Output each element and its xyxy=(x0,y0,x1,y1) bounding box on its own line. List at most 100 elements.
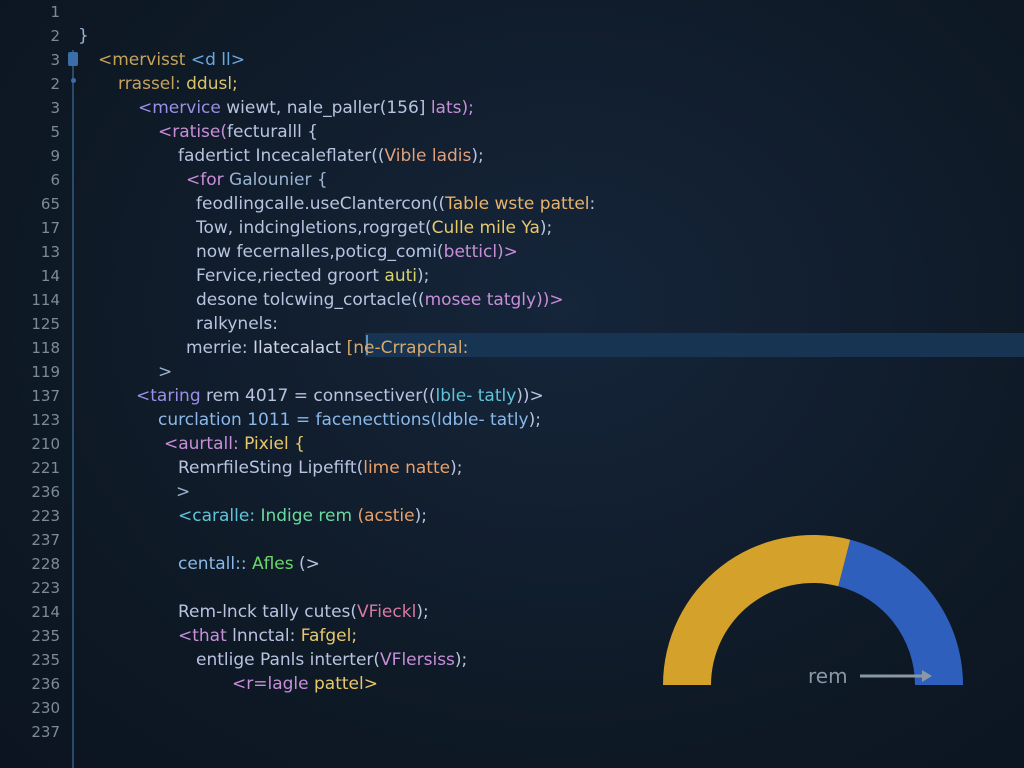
code-text: centall:: Afles (> xyxy=(178,552,320,576)
code-line[interactable]: 6 <for Galounier { xyxy=(0,168,1024,192)
line-number: 14 xyxy=(40,267,60,285)
code-line[interactable]: 3 <mervisst <d ll> xyxy=(0,48,1024,72)
code-token: Afles xyxy=(251,554,300,574)
gauge-blue-arc xyxy=(838,539,963,685)
code-line[interactable]: 118 merrie: Ilatecalact [ne-Crrapchal: xyxy=(0,336,1024,360)
line-number: 125 xyxy=(31,315,60,333)
code-line[interactable]: 1 xyxy=(0,0,1024,24)
line-number: 119 xyxy=(31,363,60,381)
code-token: Galounier { xyxy=(229,170,328,190)
line-number: 2 xyxy=(50,27,60,45)
code-text: RemrfileSting Lipefift(lime natte); xyxy=(178,456,462,480)
code-token: ))> xyxy=(536,290,564,310)
code-token: betticl xyxy=(443,242,498,262)
code-token: rem 4017 = connsectiver(( xyxy=(206,386,436,406)
code-token: Fervice,riected groort xyxy=(196,266,385,286)
code-token: : xyxy=(589,194,596,214)
code-token: feodlingcalle.useClantercon(( xyxy=(196,194,446,214)
line-number: 9 xyxy=(50,147,60,165)
code-text: <aurtall: Pixiel { xyxy=(164,432,305,456)
code-token: ); xyxy=(454,650,468,670)
code-token: entlige Panls interter( xyxy=(196,650,381,670)
line-number: 236 xyxy=(31,675,60,693)
line-number: 5 xyxy=(50,123,60,141)
code-text: Tow, indcingletions,rogrget(Culle mile Y… xyxy=(196,216,552,240)
code-text: <mervisst <d ll> xyxy=(98,48,245,72)
line-number: 223 xyxy=(31,507,60,525)
line-number: 235 xyxy=(31,627,60,645)
code-line[interactable]: 210 <aurtall: Pixiel { xyxy=(0,432,1024,456)
code-token: ); xyxy=(416,602,429,622)
code-line[interactable]: 137 <taring rem 4017 = connsectiver((lble… xyxy=(0,384,1024,408)
code-line[interactable]: 2 rrassel: ddusl; xyxy=(0,72,1024,96)
line-number: 123 xyxy=(31,411,60,429)
code-line[interactable]: 9 fadertict Incecaleflater((Vible ladis); xyxy=(0,144,1024,168)
gauge-yellow-arc xyxy=(663,535,851,685)
code-token: rrassel: xyxy=(118,74,187,94)
code-text: desone tolcwing_cortacle((mosee tatgly))… xyxy=(196,288,564,312)
code-token: [ne-Crrapchal: xyxy=(346,338,469,358)
code-text: Rem-lnck tally cutes(VFieckl); xyxy=(178,600,429,624)
line-number: 17 xyxy=(40,219,60,237)
code-token: RemrfileSting Lipefift( xyxy=(178,458,364,478)
code-token: Pixiel { xyxy=(244,434,305,454)
code-line[interactable]: 221 RemrfileSting Lipefift(lime natte); xyxy=(0,456,1024,480)
code-text: > xyxy=(176,480,190,504)
code-token: ralkynels: xyxy=(196,314,278,334)
code-token: Table wste pattel xyxy=(445,194,590,214)
code-text: } xyxy=(78,24,89,48)
code-text: <ratise(fecturalll { xyxy=(158,120,318,144)
code-text: Fervice,riected groort auti); xyxy=(196,264,429,288)
code-token: mosee tatgly xyxy=(424,290,537,310)
code-token: Indige rem xyxy=(260,506,358,526)
code-line[interactable]: 65 feodlingcalle.useClantercon((Table wst… xyxy=(0,192,1024,216)
code-text: <taring rem 4017 = connsectiver((lble- t… xyxy=(136,384,544,408)
line-number: 228 xyxy=(31,555,60,573)
code-text: now fecernalles,poticg_comi(betticl)> xyxy=(196,240,518,264)
line-number: 221 xyxy=(31,459,60,477)
code-token: <that xyxy=(178,626,233,646)
code-token: now fecernalles,poticg_comi( xyxy=(196,242,444,262)
line-number: 137 xyxy=(31,387,60,405)
code-token: pattel> xyxy=(314,674,378,694)
code-token: <for xyxy=(186,170,230,190)
code-line[interactable]: 2} xyxy=(0,24,1024,48)
code-text: curclation 1011 = facenecttions(ldble- t… xyxy=(158,408,541,432)
line-number: 237 xyxy=(31,723,60,741)
code-token: Fafgel; xyxy=(300,626,358,646)
code-token: <taring xyxy=(136,386,207,406)
code-line[interactable]: 17 Tow, indcingletions,rogrget(Culle mile… xyxy=(0,216,1024,240)
code-token: lats); xyxy=(430,98,474,118)
code-token: Culle mile Ya xyxy=(431,218,540,238)
code-line[interactable]: 13 now fecernalles,poticg_comi(betticl)> xyxy=(0,240,1024,264)
code-token: fadertict Incecaleflater(( xyxy=(178,146,385,166)
code-line[interactable]: 119 > xyxy=(0,360,1024,384)
code-line[interactable]: 237 xyxy=(0,720,1024,744)
code-line[interactable]: 114 desone tolcwing_cortacle((mosee tatgl… xyxy=(0,288,1024,312)
code-text: <for Galounier { xyxy=(186,168,328,192)
line-number: 236 xyxy=(31,483,60,501)
code-token: ldble- tatly xyxy=(437,410,529,430)
code-token: <d ll> xyxy=(190,50,245,70)
line-number: 223 xyxy=(31,579,60,597)
code-text: merrie: Ilatecalact [ne-Crrapchal: xyxy=(186,336,468,360)
code-token: merrie: xyxy=(186,338,254,358)
code-line[interactable]: 125 ralkynels: xyxy=(0,312,1024,336)
line-number: 3 xyxy=(50,51,60,69)
code-token: <aurtall: xyxy=(164,434,245,454)
code-token: } xyxy=(78,26,89,46)
code-token: (acstie xyxy=(357,506,415,526)
code-line[interactable]: 5 <ratise(fecturalll { xyxy=(0,120,1024,144)
line-number: 2 xyxy=(50,75,60,93)
code-token: ); xyxy=(450,458,463,478)
code-line[interactable]: 14 Fervice,riected groort auti); xyxy=(0,264,1024,288)
code-editor[interactable]: 1 2} 3 <mervisst <d ll> 2 rrassel: ddusl; 3 <me… xyxy=(0,0,1024,768)
code-token: (> xyxy=(299,554,320,574)
code-line[interactable]: 3 <mervice wiewt, nale_paller(156] lats); xyxy=(0,96,1024,120)
code-token: VFieckl xyxy=(357,602,417,622)
code-text: <caralle: Indige rem (acstie); xyxy=(178,504,427,528)
code-token: fecturalll { xyxy=(227,122,319,142)
code-token: <r=lagle xyxy=(232,674,314,694)
code-line[interactable]: 123 curclation 1011 = facenecttions(ldble… xyxy=(0,408,1024,432)
code-token: <caralle: xyxy=(178,506,261,526)
